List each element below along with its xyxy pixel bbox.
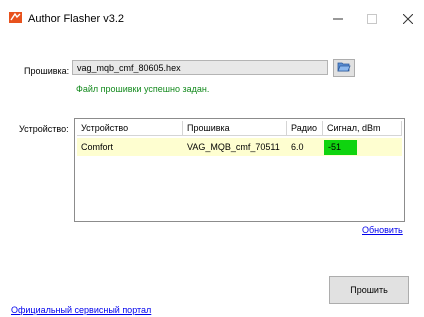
app-window: Author Flasher v3.2 Прошивка: Файл проши… <box>0 0 424 317</box>
signal-value: -51 <box>328 142 342 152</box>
firmware-path-field[interactable] <box>72 60 328 75</box>
cell-radio: 6.0 <box>291 142 304 152</box>
title-bar[interactable]: Author Flasher v3.2 <box>0 0 424 36</box>
firmware-status-text: Файл прошивки успешно задан. <box>76 84 210 94</box>
maximize-button[interactable] <box>352 6 392 32</box>
close-button[interactable] <box>388 6 424 32</box>
cell-signal: -51 <box>323 138 402 156</box>
cell-firmware: VAG_MQB_cmf_70511 <box>187 142 280 152</box>
minimize-icon <box>333 18 343 20</box>
device-table[interactable]: Устройство Прошивка Радио Сигнал, dBm Co… <box>74 118 405 222</box>
table-row[interactable]: Comfort VAG_MQB_cmf_70511 6.0 -51 <box>77 138 402 156</box>
app-logo-icon <box>9 12 22 23</box>
window-title: Author Flasher v3.2 <box>28 13 124 25</box>
refresh-link[interactable]: Обновить <box>362 225 403 235</box>
folder-open-icon <box>337 61 351 75</box>
column-header-firmware[interactable]: Прошивка <box>183 121 287 136</box>
cell-device: Comfort <box>81 142 114 152</box>
flash-button[interactable]: Прошить <box>329 276 409 304</box>
browse-button[interactable] <box>333 59 355 77</box>
column-header-signal[interactable]: Сигнал, dBm <box>323 121 402 136</box>
column-header-device[interactable]: Устройство <box>77 121 183 136</box>
device-label: Устройство: <box>19 124 69 134</box>
maximize-icon <box>367 14 377 24</box>
service-portal-link[interactable]: Официальный сервисный портал <box>11 305 151 315</box>
column-header-radio[interactable]: Радио <box>287 121 323 136</box>
firmware-label: Прошивка: <box>24 66 70 76</box>
close-icon <box>403 14 413 24</box>
table-header: Устройство Прошивка Радио Сигнал, dBm <box>77 121 402 136</box>
